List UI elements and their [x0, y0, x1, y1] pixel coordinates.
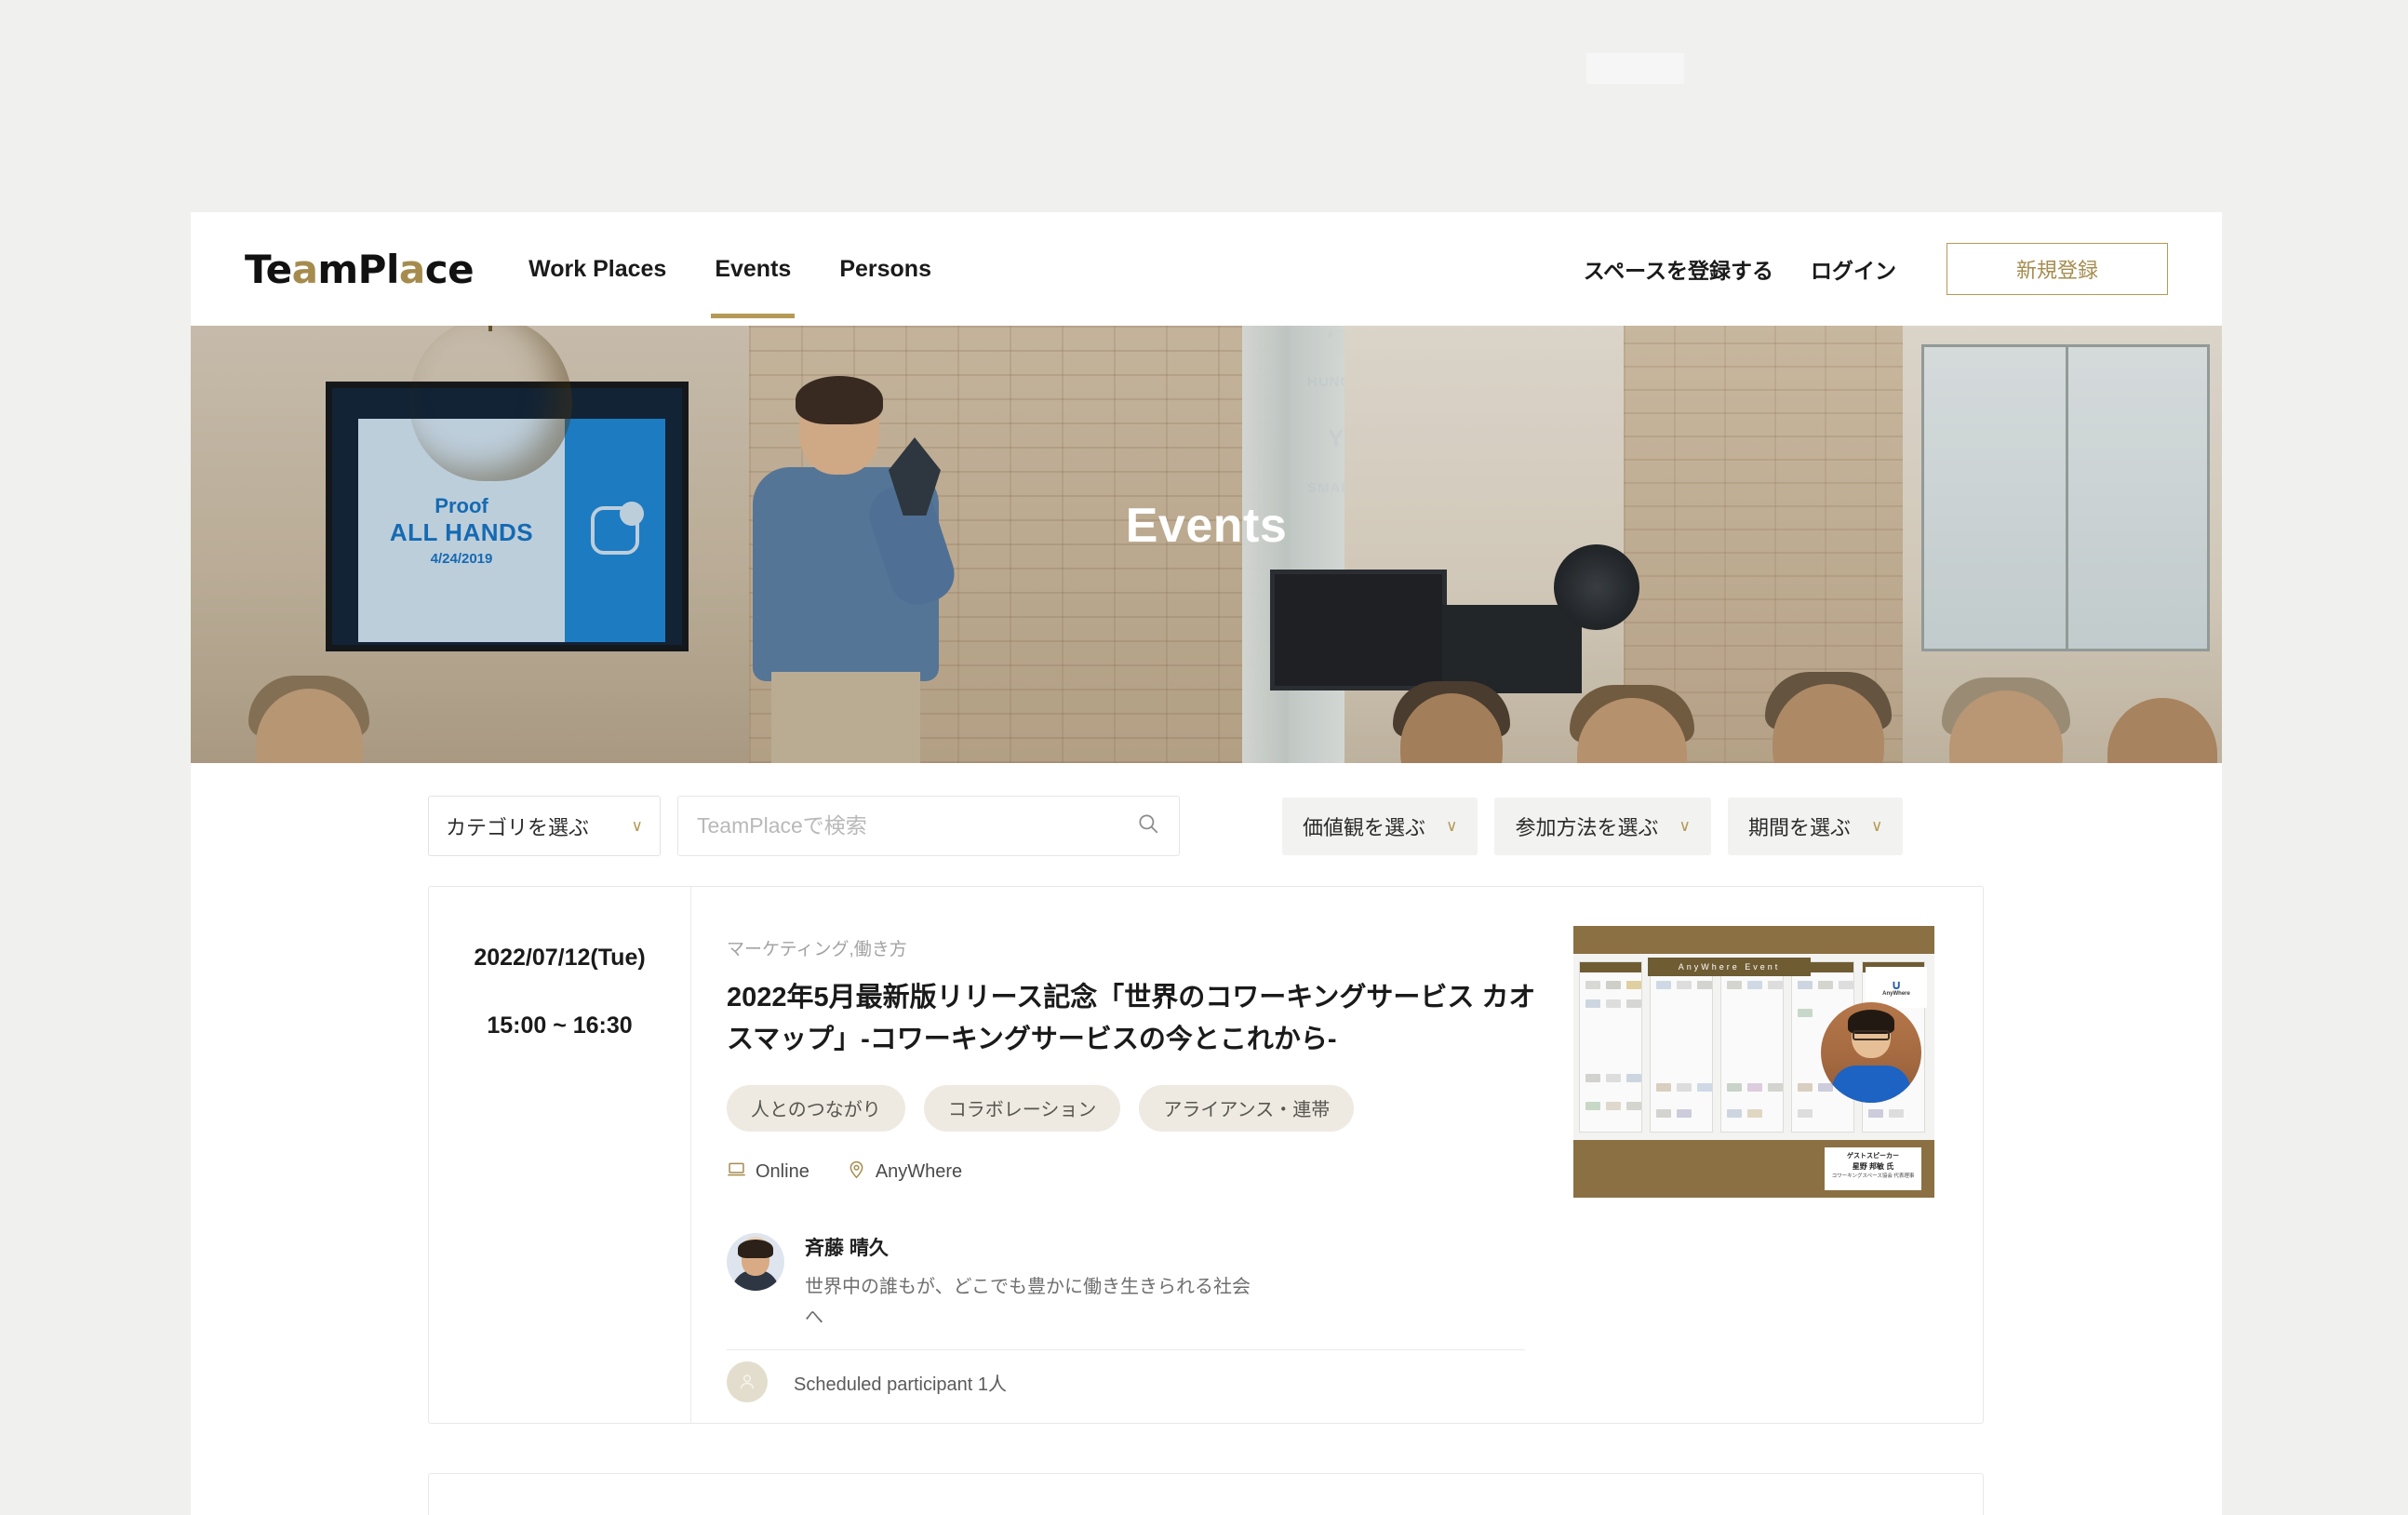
event-datetime: 2022/07/12(Tue) 15:00 ~ 16:30	[429, 887, 691, 1423]
poster-speaker-role: ゲストスピーカー	[1847, 1153, 1899, 1160]
event-time: 15:00 ~ 16:30	[487, 1012, 633, 1039]
event-thumbnail[interactable]: ∪ AnyWhere AnyWhere Event 2022年5月最新版リリース…	[1573, 926, 1934, 1198]
event-format: Online	[727, 1160, 809, 1185]
poster-speaker-photo	[1821, 1002, 1921, 1103]
event-meta: Online AnyWhere	[727, 1160, 1573, 1185]
category-select-label: カテゴリを選ぶ	[446, 815, 590, 839]
author-name: 斉藤 晴久	[805, 1237, 889, 1259]
anywhere-logo-mark: ∪	[1891, 977, 1902, 992]
chevron-down-icon: ∨	[1679, 817, 1691, 835]
period-filter-label: 期間を選ぶ	[1747, 815, 1851, 839]
main-navigation: Work Places Events Persons	[525, 221, 935, 318]
poster-event-badge: AnyWhere Event	[1648, 958, 1811, 976]
logo-part-1: Te	[245, 246, 292, 292]
anywhere-logo-name: AnyWhere	[1882, 991, 1910, 997]
category-select[interactable]: カテゴリを選ぶ ∨	[428, 796, 661, 856]
event-format-label: Online	[756, 1160, 809, 1182]
logo-part-2: mPl	[317, 246, 399, 292]
logo-teamplace[interactable]: TeamPlace	[245, 246, 475, 292]
participant-avatar	[727, 1361, 768, 1402]
event-tags: 人とのつながり コラボレーション アライアンス・連帯	[727, 1084, 1573, 1132]
search-input[interactable]	[697, 813, 1136, 838]
logo-part-3: ce	[424, 246, 475, 292]
nav-item-work-places[interactable]: Work Places	[525, 221, 670, 318]
participants-count: Scheduled participant 1人	[794, 1374, 1008, 1395]
nav-item-persons[interactable]: Persons	[836, 221, 935, 318]
author-bio: 世界中の誰もが、どこでも豊かに働き生きられる社会へ	[805, 1276, 1251, 1328]
page-container: TeamPlace Work Places Events Persons スペー…	[191, 212, 2222, 1515]
event-card[interactable]	[428, 1473, 1984, 1515]
header-actions: スペースを登録する ログイン 新規登録	[1584, 243, 2168, 295]
hero-banner: #CUSTOMER OBSESSED HUNGRY YOU BRAZOS SMA…	[191, 326, 2222, 763]
chevron-down-icon: ∨	[1870, 817, 1883, 835]
period-filter[interactable]: 期間を選ぶ ∨	[1727, 797, 1904, 855]
event-date: 2022/07/12(Tue)	[474, 945, 646, 971]
search-box[interactable]	[677, 796, 1180, 856]
nav-item-events[interactable]: Events	[711, 221, 796, 318]
poster-speaker-org: コワーキングスペース協会 代表理事	[1831, 1173, 1915, 1179]
logo-part-a1: a	[291, 246, 318, 292]
map-pin-icon	[847, 1160, 866, 1185]
event-card[interactable]: 2022/07/12(Tue) 15:00 ~ 16:30 マーケティング,働き…	[428, 886, 1984, 1424]
chevron-down-icon: ∨	[1446, 817, 1458, 835]
laptop-icon	[727, 1160, 746, 1185]
search-icon[interactable]	[1136, 811, 1160, 840]
event-tag[interactable]: アライアンス・連帯	[1139, 1084, 1355, 1132]
register-space-link[interactable]: スペースを登録する	[1584, 253, 1773, 285]
site-header: TeamPlace Work Places Events Persons スペー…	[191, 212, 2222, 326]
hero-title: Events	[1125, 499, 1288, 553]
browser-chrome-artifact	[1586, 53, 1684, 84]
values-filter-label: 価値観を選ぶ	[1303, 815, 1426, 839]
poster-speaker-name: 星野 邦敏 氏	[1852, 1162, 1894, 1171]
card-divider	[727, 1348, 1525, 1350]
event-title[interactable]: 2022年5月最新版リリース記念「世界のコワーキングサービス カオスマップ」-コ…	[727, 977, 1545, 1061]
filter-bar: カテゴリを選ぶ ∨ 価値観を選ぶ ∨ 参加方法を選ぶ ∨ 期間を選ぶ ∨	[191, 763, 2222, 889]
event-author[interactable]: 斉藤 晴久 世界中の誰もが、どこでも豊かに働き生きられる社会へ	[727, 1232, 1573, 1334]
poster-speaker-card: ゲストスピーカー 星野 邦敏 氏 コワーキングスペース協会 代表理事	[1825, 1147, 1921, 1190]
values-filter[interactable]: 価値観を選ぶ ∨	[1282, 797, 1478, 855]
secondary-filters: 価値観を選ぶ ∨ 参加方法を選ぶ ∨ 期間を選ぶ ∨	[1282, 797, 1904, 855]
event-tag[interactable]: コラボレーション	[923, 1084, 1121, 1132]
join-method-filter-label: 参加方法を選ぶ	[1515, 815, 1659, 839]
event-participants: Scheduled participant 1人	[727, 1361, 1007, 1402]
event-location-label: AnyWhere	[875, 1160, 963, 1182]
event-category: マーケティング,働き方	[727, 940, 907, 959]
signup-button[interactable]: 新規登録	[1946, 243, 2168, 295]
logo-part-a2: a	[398, 246, 425, 292]
avatar	[727, 1232, 784, 1291]
join-method-filter[interactable]: 参加方法を選ぶ ∨	[1494, 797, 1711, 855]
event-tag[interactable]: 人とのつながり	[727, 1084, 905, 1132]
event-details: マーケティング,働き方 2022年5月最新版リリース記念「世界のコワーキングサー…	[691, 887, 1573, 1423]
chevron-down-icon: ∨	[631, 817, 643, 835]
event-location: AnyWhere	[847, 1160, 962, 1185]
login-link[interactable]: ログイン	[1811, 253, 1896, 285]
